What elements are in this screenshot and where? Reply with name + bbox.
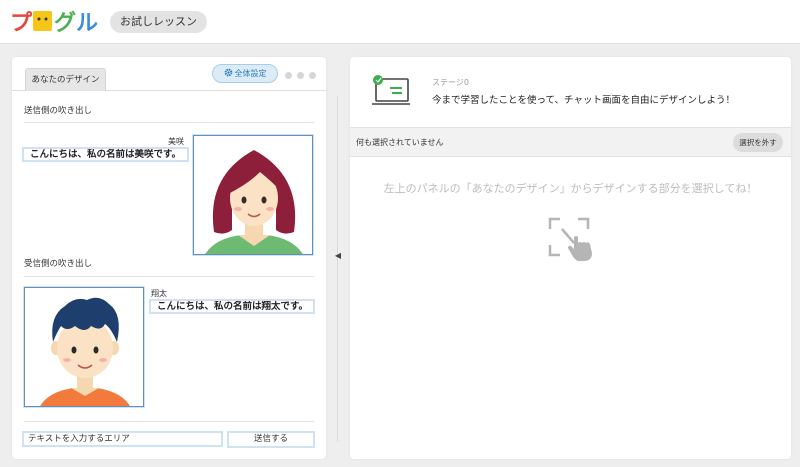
design-panel: あなたのデザイン 全体設定 送信側の吹き出し 美咲 こんにちは、私の名前は美咲で…	[12, 57, 326, 459]
sender-section-label: 送信側の吹き出し	[24, 106, 93, 116]
selection-status: 何も選択されていません	[356, 138, 444, 147]
svg-text:グ: グ	[54, 10, 76, 36]
sender-bubble[interactable]: こんにちは、私の名前は美咲です。	[22, 147, 189, 162]
receiver-bubble[interactable]: こんにちは、私の名前は翔太です。	[149, 299, 315, 314]
boy-avatar-image	[25, 288, 143, 406]
tab-your-design[interactable]: あなたのデザイン	[25, 68, 106, 91]
panel-tabs: あなたのデザイン 全体設定	[12, 57, 326, 91]
sender-avatar[interactable]	[192, 134, 314, 256]
selection-hint: 左上のパネルの「あなたのデザイン」からデザインする部分を選択してね！	[383, 182, 758, 195]
logo-image: プ グ ル	[10, 10, 98, 36]
selection-bar: 何も選択されていません 選択を外す	[350, 127, 791, 157]
send-button[interactable]: 送信する	[227, 431, 315, 448]
divider	[24, 421, 314, 422]
dot-icon	[309, 72, 316, 79]
girl-avatar-image	[194, 136, 312, 254]
stage-description: 今まで学習したことを使って、チャット画面を自由にデザインしよう！	[432, 95, 735, 106]
app-logo[interactable]: プ グ ル	[10, 6, 98, 36]
message-input-area[interactable]: テキストを入力するエリア	[22, 431, 223, 447]
deselect-button[interactable]: 選択を外す	[733, 133, 783, 152]
panel-divider[interactable]	[337, 96, 338, 441]
gear-icon	[224, 68, 232, 77]
svg-text:プ: プ	[10, 11, 33, 36]
divider	[24, 122, 314, 123]
tap-select-icon	[548, 217, 592, 261]
svg-text:ル: ル	[76, 11, 98, 36]
collapse-arrow-icon[interactable]: ◀	[333, 251, 343, 261]
preview-panel: ステージ0 今まで学習したことを使って、チャット画面を自由にデザインしよう！ 何…	[350, 57, 791, 459]
dot-icon	[285, 72, 292, 79]
stage-icon	[372, 75, 410, 105]
divider	[24, 276, 314, 277]
lesson-badge: お試しレッスン	[110, 11, 207, 33]
receiver-avatar[interactable]	[23, 286, 145, 408]
stage-label: ステージ0	[432, 78, 469, 87]
sender-name[interactable]: 美咲	[168, 136, 184, 147]
receiver-section-label: 受信側の吹き出し	[24, 259, 93, 269]
dot-icon	[297, 72, 304, 79]
global-settings-label: 全体設定	[234, 69, 267, 78]
top-bar: プ グ ル お試しレッスン	[0, 0, 800, 44]
window-dots	[285, 72, 316, 79]
receiver-name[interactable]: 翔太	[151, 288, 167, 299]
global-settings-button[interactable]: 全体設定	[212, 64, 278, 83]
